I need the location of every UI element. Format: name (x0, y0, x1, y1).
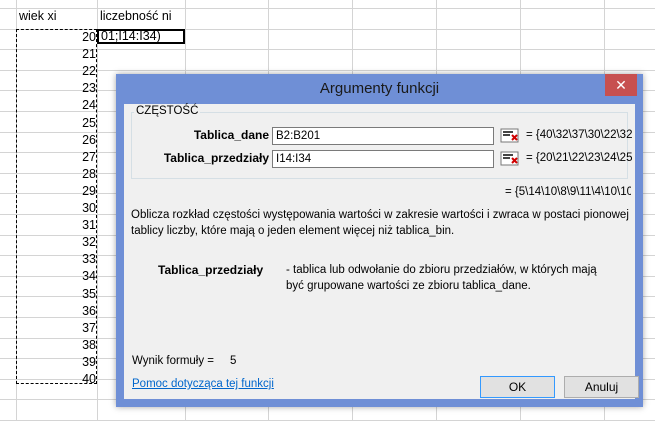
arguments-groupbox: CZĘSTOŚĆ Tablica_dane B2:B201 = {40\32\3… (131, 105, 632, 179)
function-name-label: CZĘSTOŚĆ (134, 105, 201, 117)
tablica-dane-result: = {40\32\37\30\22\32 (526, 129, 633, 141)
copy-selection-marquee (16, 29, 97, 384)
overall-result: = {5\14\10\8\9\11\4\10\10 (505, 186, 631, 198)
arg-help-name: Tablica_przedziały (158, 263, 264, 277)
arg-label-tablica-przedzialy: Tablica_przedziały (163, 151, 269, 165)
grid-column-line (97, 0, 98, 421)
cancel-button[interactable]: Anuluj (564, 376, 639, 398)
collapse-dialog-icon[interactable] (500, 151, 520, 167)
grid-row-line (0, 8, 655, 9)
arg-help-text: - tablica lub odwołanie do zbioru przedz… (286, 264, 597, 292)
column-header-liczebnosc[interactable]: liczebność ni (100, 6, 172, 26)
collapse-dialog-icon[interactable] (500, 128, 520, 144)
dialog-titlebar[interactable]: Argumenty funkcji ✕ (116, 74, 643, 104)
close-icon: ✕ (615, 77, 627, 93)
column-header-wiek[interactable]: wiek xi (19, 6, 57, 26)
tablica-przedzialy-result: = {20\21\22\23\24\25 (526, 152, 633, 164)
help-link[interactable]: Pomoc dotycząca tej funkcji (132, 378, 274, 390)
dialog-client-area: CZĘSTOŚĆ Tablica_dane B2:B201 = {40\32\3… (124, 104, 639, 399)
formula-result-value: 5 (230, 355, 237, 367)
close-button[interactable]: ✕ (605, 74, 637, 96)
ok-button[interactable]: OK (480, 376, 555, 398)
active-cell-formula: 01;I14:I34) (101, 29, 161, 43)
function-description: Oblicza rozkład częstości występowania w… (131, 209, 629, 237)
tablica-dane-input[interactable]: B2:B201 (272, 127, 494, 145)
grid-row-line (0, 49, 655, 50)
grid-row-line (0, 70, 655, 71)
arg-label-tablica-dane: Tablica_dane (193, 128, 269, 142)
function-arguments-dialog: Argumenty funkcji ✕ CZĘSTOŚĆ Tablica_dan… (116, 74, 643, 407)
tablica-przedzialy-input[interactable]: I14:I34 (272, 150, 494, 168)
formula-result-label: Wynik formuły = (132, 355, 215, 367)
active-cell[interactable]: 01;I14:I34) (97, 29, 185, 44)
dialog-title: Argumenty funkcji (319, 80, 440, 97)
